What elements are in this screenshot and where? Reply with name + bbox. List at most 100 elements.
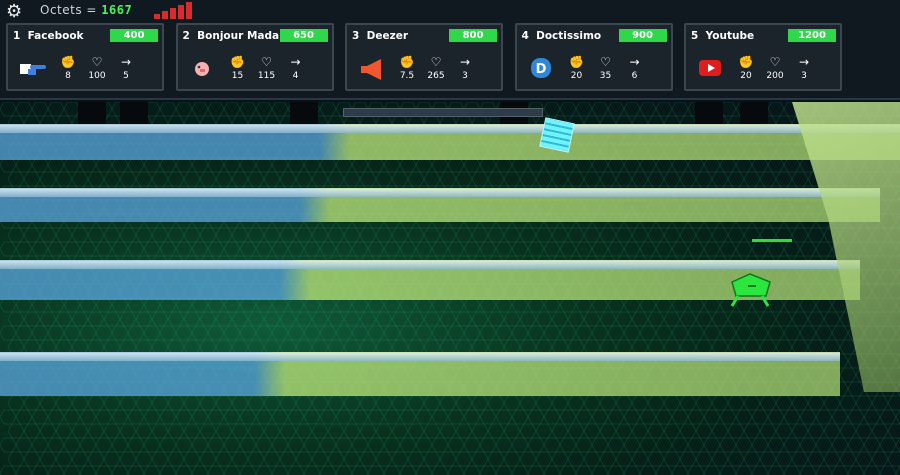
heart-pulse-icon: ♡ — [91, 55, 103, 69]
arrow-right-icon: → — [459, 55, 471, 69]
unit-card-facebook[interactable]: 1 Facebook 400 ✊ 8 ♡ 100 → 5 — [6, 23, 164, 91]
unit-index: 3 — [352, 30, 360, 42]
unit-card-title: 3 Deezer — [352, 30, 408, 42]
wave-progress-bar — [343, 108, 543, 117]
unit-stat-value: 5 — [123, 71, 129, 81]
arrow-right-icon: → — [290, 55, 301, 69]
unit-index: 1 — [13, 30, 21, 42]
unit-stat-value: 8 — [65, 71, 71, 81]
signal-bar — [154, 14, 160, 19]
unit-cost-badge: 400 — [110, 29, 158, 42]
unit-name: Facebook — [27, 30, 84, 42]
unit-stat-attack: ✊ 20 — [562, 55, 592, 81]
unit-stat-speed: → 3 — [789, 55, 819, 81]
top-hud: ⚙ Octets = 1667 1 Facebook 400 ✊ 8 ♡ 100 → 5 2 B… — [0, 0, 900, 100]
data-cube — [539, 117, 575, 153]
lane-wall — [0, 124, 900, 160]
signal-bar — [178, 5, 184, 19]
octets-value: 1667 — [101, 3, 133, 17]
svg-text:D: D — [535, 62, 546, 77]
signal-bar — [162, 11, 168, 19]
unit-stat-health: ♡ 115 — [252, 55, 282, 81]
unit-stat-value: 4 — [292, 71, 299, 81]
unit-cost-badge: 900 — [618, 29, 667, 42]
unit-stat-attack: ✊ 20 — [731, 55, 761, 81]
turret-slot[interactable] — [740, 102, 768, 124]
lane-wall-top — [0, 189, 880, 197]
unit-name: Youtube — [705, 30, 755, 42]
unit-stat-attack: ✊ 7.5 — [392, 55, 422, 81]
unit-card-deezer[interactable]: 3 Deezer 800 ✊ 7.5 ♡ 265 → 3 — [345, 23, 503, 91]
pointing-hand-icon — [18, 55, 48, 81]
unit-index: 4 — [521, 30, 529, 42]
fist-icon: ✊ — [738, 55, 754, 69]
unit-stat-value: 200 — [766, 71, 784, 81]
unit-card-doctissimo[interactable]: 4 Doctissimo 900 D ✊ 20 ♡ 35 → 6 — [514, 23, 673, 91]
unit-card-youtube[interactable]: 5 Youtube 1200 ✊ 20 ♡ 200 → 3 — [684, 23, 842, 91]
octets-counter: Octets = 1667 — [40, 3, 132, 17]
unit-card-bonjour-mada[interactable]: 2 Bonjour Mada 650 ✊ 15 ♡ 115 → 4 — [175, 23, 334, 91]
signal-strength-icon — [154, 1, 196, 19]
arrow-right-icon: → — [120, 55, 132, 69]
fist-icon: ✊ — [60, 55, 76, 69]
orange-megaphone-icon — [357, 55, 387, 81]
unit-stat-value: 20 — [570, 71, 583, 81]
unit-stat-value: 265 — [427, 71, 445, 81]
unit-stat-speed: → 5 — [111, 55, 141, 81]
unit-stat-value: 6 — [631, 71, 638, 81]
lane-wall-top — [0, 261, 860, 269]
unit-stat-health: ♡ 200 — [760, 55, 790, 81]
arrow-right-icon: → — [798, 55, 810, 69]
lane-wall — [0, 188, 880, 222]
unit-stat-value: 100 — [88, 71, 106, 81]
unit-cost-badge: 650 — [279, 29, 328, 42]
unit-stat-health: ♡ 265 — [421, 55, 451, 81]
unit-card-title: 2 Bonjour Mada — [183, 30, 280, 42]
unit-card-title: 4 Doctissimo — [522, 30, 602, 42]
game-playfield[interactable] — [0, 102, 900, 475]
lane-wall-top — [0, 353, 840, 361]
unit-name: Deezer — [366, 30, 408, 42]
unit-stat-value: 3 — [462, 71, 468, 81]
unit-stat-speed: → 3 — [450, 55, 480, 81]
unit-name: Doctissimo — [536, 30, 602, 42]
unit-stat-speed: → 6 — [620, 55, 650, 81]
unit-stat-attack: ✊ 15 — [223, 55, 253, 81]
signal-bar — [170, 8, 176, 19]
unit-card-title: 1 Facebook — [13, 30, 84, 42]
heart-pulse-icon: ♡ — [430, 55, 442, 69]
unit-stat-value: 7.5 — [399, 71, 415, 81]
enemy-bug-icon[interactable] — [726, 272, 774, 308]
unit-stat-health: ♡ 35 — [591, 55, 621, 81]
turret-slot[interactable] — [120, 102, 148, 124]
turret-slot[interactable] — [290, 102, 318, 124]
unit-stat-speed: → 4 — [281, 55, 311, 81]
youtube-play-icon — [696, 55, 726, 81]
lane-wall — [0, 352, 840, 396]
unit-stat-value: 115 — [257, 71, 276, 81]
unit-stat-value: 15 — [231, 71, 244, 81]
unit-index: 5 — [691, 30, 699, 42]
lane-wall-top — [0, 125, 900, 133]
signal-bar — [186, 2, 192, 19]
enemy-health-bar — [752, 239, 792, 242]
unit-stat-health: ♡ 100 — [82, 55, 112, 81]
fist-icon: ✊ — [230, 55, 245, 69]
wave-progress-fill — [344, 109, 542, 116]
unit-stat-value: 20 — [740, 71, 752, 81]
fist-icon: ✊ — [569, 55, 584, 69]
heart-pulse-icon: ♡ — [769, 55, 781, 69]
gear-icon[interactable]: ⚙ — [6, 3, 24, 21]
unit-cost-badge: 1200 — [788, 29, 836, 42]
turret-slot[interactable] — [78, 102, 106, 124]
pink-pig-icon — [188, 55, 218, 81]
blue-d-logo-icon: D — [527, 55, 557, 81]
fist-icon: ✊ — [399, 55, 415, 69]
unit-cost-badge: 800 — [449, 29, 497, 42]
unit-stat-value: 3 — [801, 71, 807, 81]
unit-stat-value: 35 — [599, 71, 612, 81]
turret-slot[interactable] — [695, 102, 723, 124]
octets-label: Octets = — [40, 3, 97, 17]
unit-card-title: 5 Youtube — [691, 30, 754, 42]
heart-pulse-icon: ♡ — [261, 55, 272, 69]
